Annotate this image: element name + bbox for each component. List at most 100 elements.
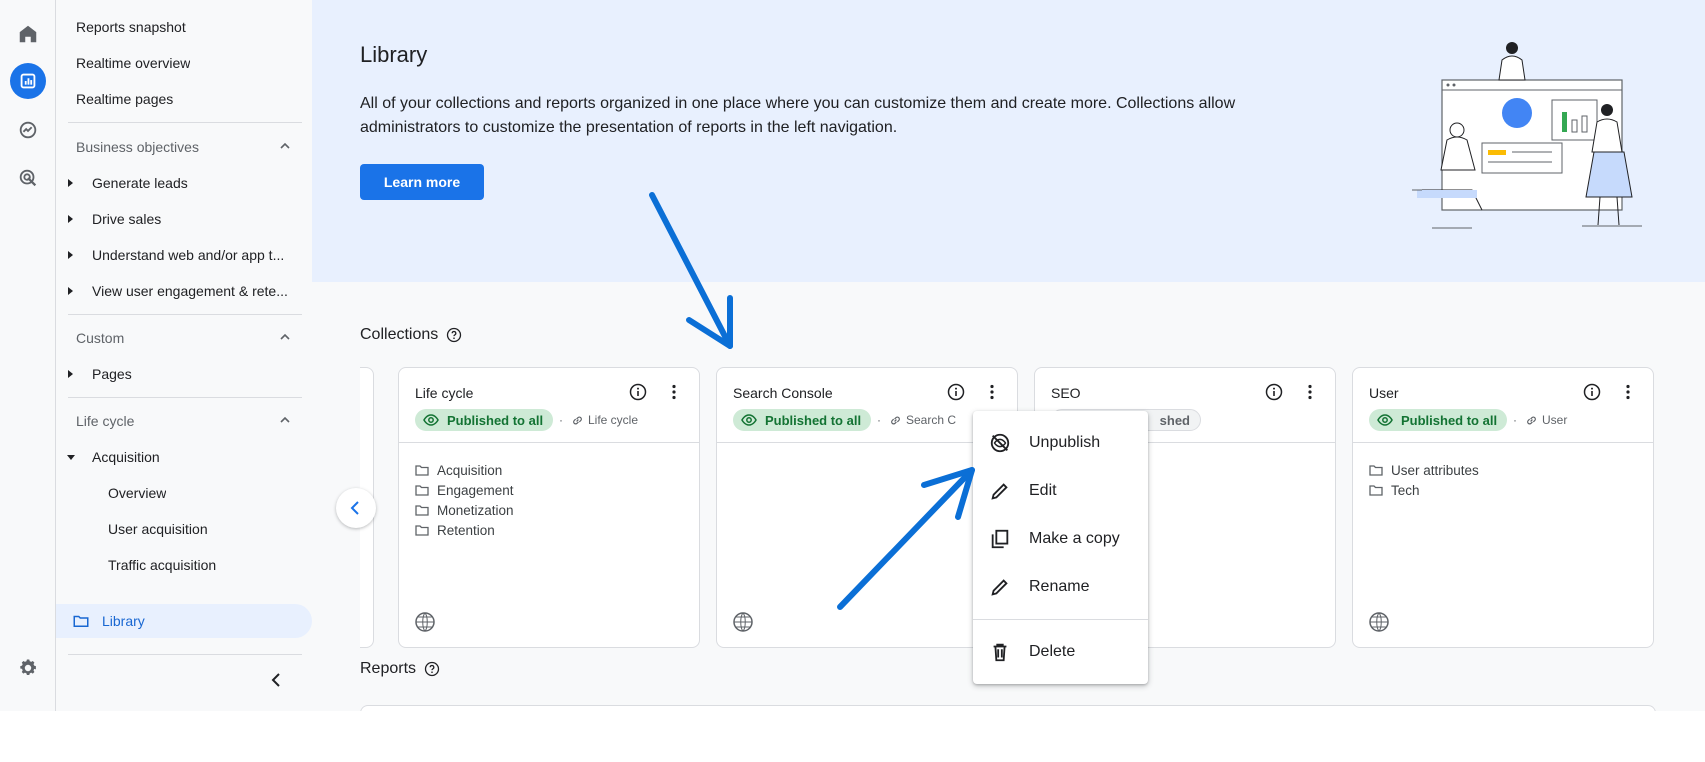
link-icon	[573, 416, 582, 424]
learn-more-button[interactable]: Learn more	[360, 164, 484, 200]
sidebar-item-drive-sales[interactable]: Drive sales	[92, 211, 316, 227]
list-item: Monetization	[415, 500, 514, 520]
collections-title: Collections	[360, 326, 439, 343]
sidebar-item-user-acquisition[interactable]: User acquisition	[108, 521, 208, 537]
help-icon[interactable]	[424, 661, 440, 677]
sidebar-divider	[68, 314, 302, 315]
collapse-sidebar-chevron-icon[interactable]	[266, 670, 286, 690]
folder-list: Acquisition Engagement Monetization Rete…	[415, 460, 514, 540]
sidebar-item-realtime-overview[interactable]: Realtime overview	[76, 55, 190, 71]
card-title: SEO	[1051, 385, 1081, 401]
info-icon[interactable]	[1583, 383, 1601, 401]
sidebar-item-pages[interactable]: Pages	[92, 366, 316, 382]
more-vert-icon[interactable]	[1301, 383, 1319, 401]
card-divider	[717, 442, 1017, 443]
sidebar-item-traffic-acquisition[interactable]: Traffic acquisition	[108, 557, 216, 573]
sidebar-item-label: Library	[102, 613, 145, 629]
caret-right-icon	[68, 287, 73, 295]
folder-icon	[1369, 465, 1383, 476]
collection-card-user[interactable]: User Published to all · User User attrib…	[1352, 367, 1654, 648]
info-icon[interactable]	[1265, 383, 1283, 401]
reports-title: Reports	[360, 660, 417, 677]
sidebar-divider	[68, 654, 302, 655]
menu-item-edit[interactable]: Edit	[973, 467, 1148, 515]
list-item: Acquisition	[415, 460, 514, 480]
carousel-prev-button[interactable]	[336, 488, 376, 528]
globe-icon	[1369, 612, 1389, 632]
menu-item-unpublish[interactable]: Unpublish	[973, 419, 1148, 467]
link-icon	[891, 416, 900, 424]
linked-topic: · Search C	[877, 413, 957, 427]
section-business-objectives[interactable]: Business objectives	[76, 139, 199, 155]
folder-icon	[415, 485, 429, 496]
library-hero-banner: Library All of your collections and repo…	[312, 0, 1705, 282]
reports-icon[interactable]	[10, 63, 46, 99]
settings-gear-icon[interactable]	[10, 650, 46, 686]
info-icon[interactable]	[947, 383, 965, 401]
left-rail	[0, 0, 56, 711]
sidebar-divider	[68, 122, 302, 123]
linked-topic: · Life cycle	[559, 413, 639, 427]
collection-context-menu: Unpublish Edit Make a copy Rename Delete	[973, 411, 1148, 684]
sidebar-item-reports-snapshot[interactable]: Reports snapshot	[76, 19, 186, 35]
chevron-left-icon	[350, 501, 359, 515]
sidebar-item-overview[interactable]: Overview	[108, 485, 166, 501]
more-vert-icon[interactable]	[665, 383, 683, 401]
linked-topic: · User	[1513, 413, 1568, 427]
list-item: Retention	[415, 520, 514, 540]
link-icon	[1527, 416, 1536, 424]
published-status-badge: Published to all	[1369, 409, 1508, 431]
list-item: Tech	[1369, 480, 1479, 500]
globe-icon	[733, 612, 753, 632]
sidebar-nav: Reports snapshot Realtime overview Realt…	[56, 0, 312, 711]
section-life-cycle[interactable]: Life cycle	[76, 413, 134, 429]
published-status-badge: Published to all	[415, 409, 554, 431]
help-icon[interactable]	[446, 327, 462, 343]
card-divider	[399, 442, 699, 443]
card-title: Search Console	[733, 385, 833, 401]
menu-item-rename[interactable]: Rename	[973, 563, 1148, 611]
sidebar-item-realtime-pages[interactable]: Realtime pages	[76, 91, 173, 107]
sidebar-item-understand-web-app[interactable]: Understand web and/or app t...	[92, 247, 316, 263]
folder-icon	[415, 465, 429, 476]
card-title: Life cycle	[415, 385, 474, 401]
advertising-icon[interactable]	[10, 160, 46, 196]
folder-icon	[73, 615, 89, 627]
eye-icon	[1377, 414, 1393, 426]
app-window: Reports snapshot Realtime overview Realt…	[0, 0, 1705, 711]
collection-card-life-cycle[interactable]: Life cycle Published to all · Life cycle…	[398, 367, 700, 648]
sidebar-divider	[68, 397, 302, 398]
sidebar-item-generate-leads[interactable]: Generate leads	[92, 175, 316, 191]
reports-heading: Reports	[360, 660, 440, 678]
card-title: User	[1369, 385, 1399, 401]
chevron-up-icon[interactable]	[280, 141, 290, 151]
list-item: User attributes	[1369, 460, 1479, 480]
sidebar-item-acquisition[interactable]: Acquisition	[92, 449, 316, 465]
published-status-badge: Published to all	[733, 409, 872, 431]
section-custom[interactable]: Custom	[76, 330, 124, 346]
folder-icon	[1369, 485, 1383, 496]
library-illustration	[1412, 42, 1642, 229]
more-vert-icon[interactable]	[1619, 383, 1637, 401]
caret-right-icon	[68, 370, 73, 378]
info-icon[interactable]	[629, 383, 647, 401]
sidebar-item-library[interactable]: Library	[56, 604, 312, 638]
menu-item-delete[interactable]: Delete	[973, 628, 1148, 676]
folder-icon	[415, 525, 429, 536]
home-icon[interactable]	[10, 16, 46, 52]
folder-list: User attributes Tech	[1369, 460, 1479, 500]
chevron-up-icon[interactable]	[280, 415, 290, 425]
more-vert-icon[interactable]	[983, 383, 1001, 401]
pencil-icon	[991, 483, 1008, 500]
menu-divider	[973, 619, 1148, 620]
caret-right-icon	[68, 251, 73, 259]
globe-icon	[415, 612, 435, 632]
hero-description: All of your collections and reports orga…	[360, 95, 1236, 136]
sidebar-item-view-user-engagement[interactable]: View user engagement & rete...	[92, 283, 316, 299]
page-title: Library	[360, 42, 428, 67]
caret-right-icon	[68, 179, 73, 187]
explore-icon[interactable]	[10, 112, 46, 148]
menu-item-make-copy[interactable]: Make a copy	[973, 515, 1148, 563]
unpublish-icon	[990, 433, 1010, 453]
chevron-up-icon[interactable]	[280, 332, 290, 342]
